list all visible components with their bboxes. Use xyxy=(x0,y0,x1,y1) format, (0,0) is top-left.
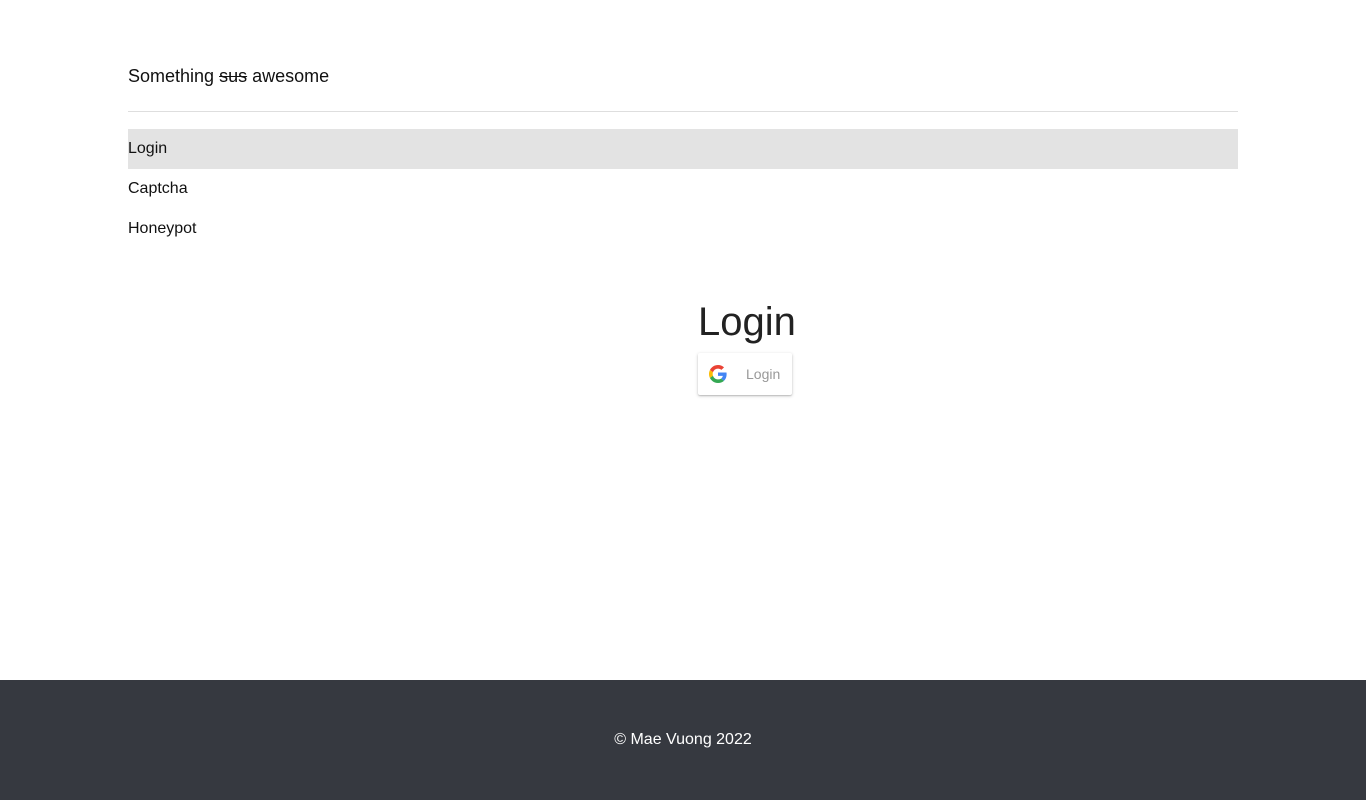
google-login-label: Login xyxy=(746,366,781,382)
site-brand: Something sus awesome xyxy=(128,62,1238,90)
nav-item-honeypot[interactable]: Honeypot xyxy=(128,209,1238,249)
google-login-button[interactable]: Login xyxy=(698,353,792,395)
page-title: Login xyxy=(698,300,796,344)
page: Something sus awesome Login Captcha Hone… xyxy=(0,0,1366,800)
nav-item-login[interactable]: Login xyxy=(128,129,1238,169)
brand-prefix: Something xyxy=(128,66,215,86)
google-icon xyxy=(698,353,738,395)
nav-item-captcha[interactable]: Captcha xyxy=(128,169,1238,209)
footer-copyright: © Mae Vuong 2022 xyxy=(614,731,752,748)
brand-suffix: awesome xyxy=(252,66,330,86)
main-navigation: Login Captcha Honeypot xyxy=(128,129,1238,249)
login-section: Login Login xyxy=(698,298,898,395)
site-footer: © Mae Vuong 2022 xyxy=(0,680,1366,800)
site-header: Something sus awesome xyxy=(128,62,1238,112)
brand-strikethrough-word: sus xyxy=(219,66,248,86)
